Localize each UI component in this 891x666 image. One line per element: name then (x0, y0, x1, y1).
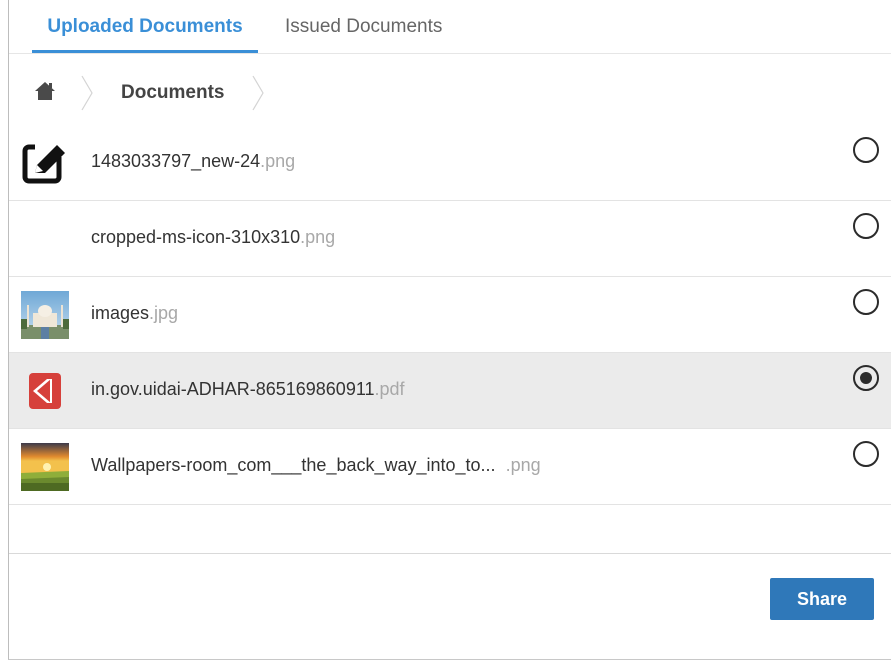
file-name: 1483033797_new-24.png (91, 151, 296, 171)
share-button[interactable]: Share (770, 578, 874, 620)
image-thumbnail (21, 443, 69, 491)
select-radio[interactable] (853, 289, 879, 315)
breadcrumb-separator-icon (81, 75, 93, 111)
file-name: cropped-ms-icon-310x310.png (91, 227, 336, 247)
tab-issued-documents[interactable]: Issued Documents (285, 0, 442, 53)
file-list: 1483033797_new-24.png cropped-ms-icon-31… (9, 125, 891, 505)
file-row[interactable]: cropped-ms-icon-310x310.png (9, 201, 891, 277)
file-name: images.jpg (91, 303, 179, 323)
breadcrumb-separator-icon (252, 75, 264, 111)
edit-icon (22, 143, 69, 184)
document-picker-panel: Uploaded Documents Issued Documents Docu… (8, 0, 891, 660)
file-extension: .png (505, 455, 541, 475)
pdf-icon (29, 373, 61, 409)
file-extension: .pdf (374, 379, 405, 399)
home-icon[interactable] (35, 82, 55, 100)
select-radio[interactable] (853, 137, 879, 163)
file-row[interactable]: 1483033797_new-24.png (9, 125, 891, 201)
tab-uploaded-documents[interactable]: Uploaded Documents (32, 0, 258, 53)
select-radio-checked[interactable] (853, 365, 879, 391)
file-extension: .png (260, 151, 296, 171)
file-row[interactable]: images.jpg (9, 277, 891, 353)
tab-bar: Uploaded Documents Issued Documents (9, 0, 891, 54)
file-extension: .jpg (149, 303, 179, 323)
file-name: Wallpapers-room_com___the_back_way_into_… (91, 455, 541, 475)
file-name: in.gov.uidai-ADHAR-865169860911.pdf (91, 379, 405, 399)
select-radio[interactable] (853, 213, 879, 239)
image-thumbnail (21, 291, 69, 339)
breadcrumb: Documents (9, 54, 891, 134)
select-radio[interactable] (853, 441, 879, 467)
file-row[interactable]: Wallpapers-room_com___the_back_way_into_… (9, 429, 891, 505)
file-row-selected[interactable]: in.gov.uidai-ADHAR-865169860911.pdf (9, 353, 891, 429)
file-extension: .png (300, 227, 336, 247)
footer-divider (9, 553, 891, 554)
breadcrumb-documents[interactable]: Documents (121, 82, 224, 104)
